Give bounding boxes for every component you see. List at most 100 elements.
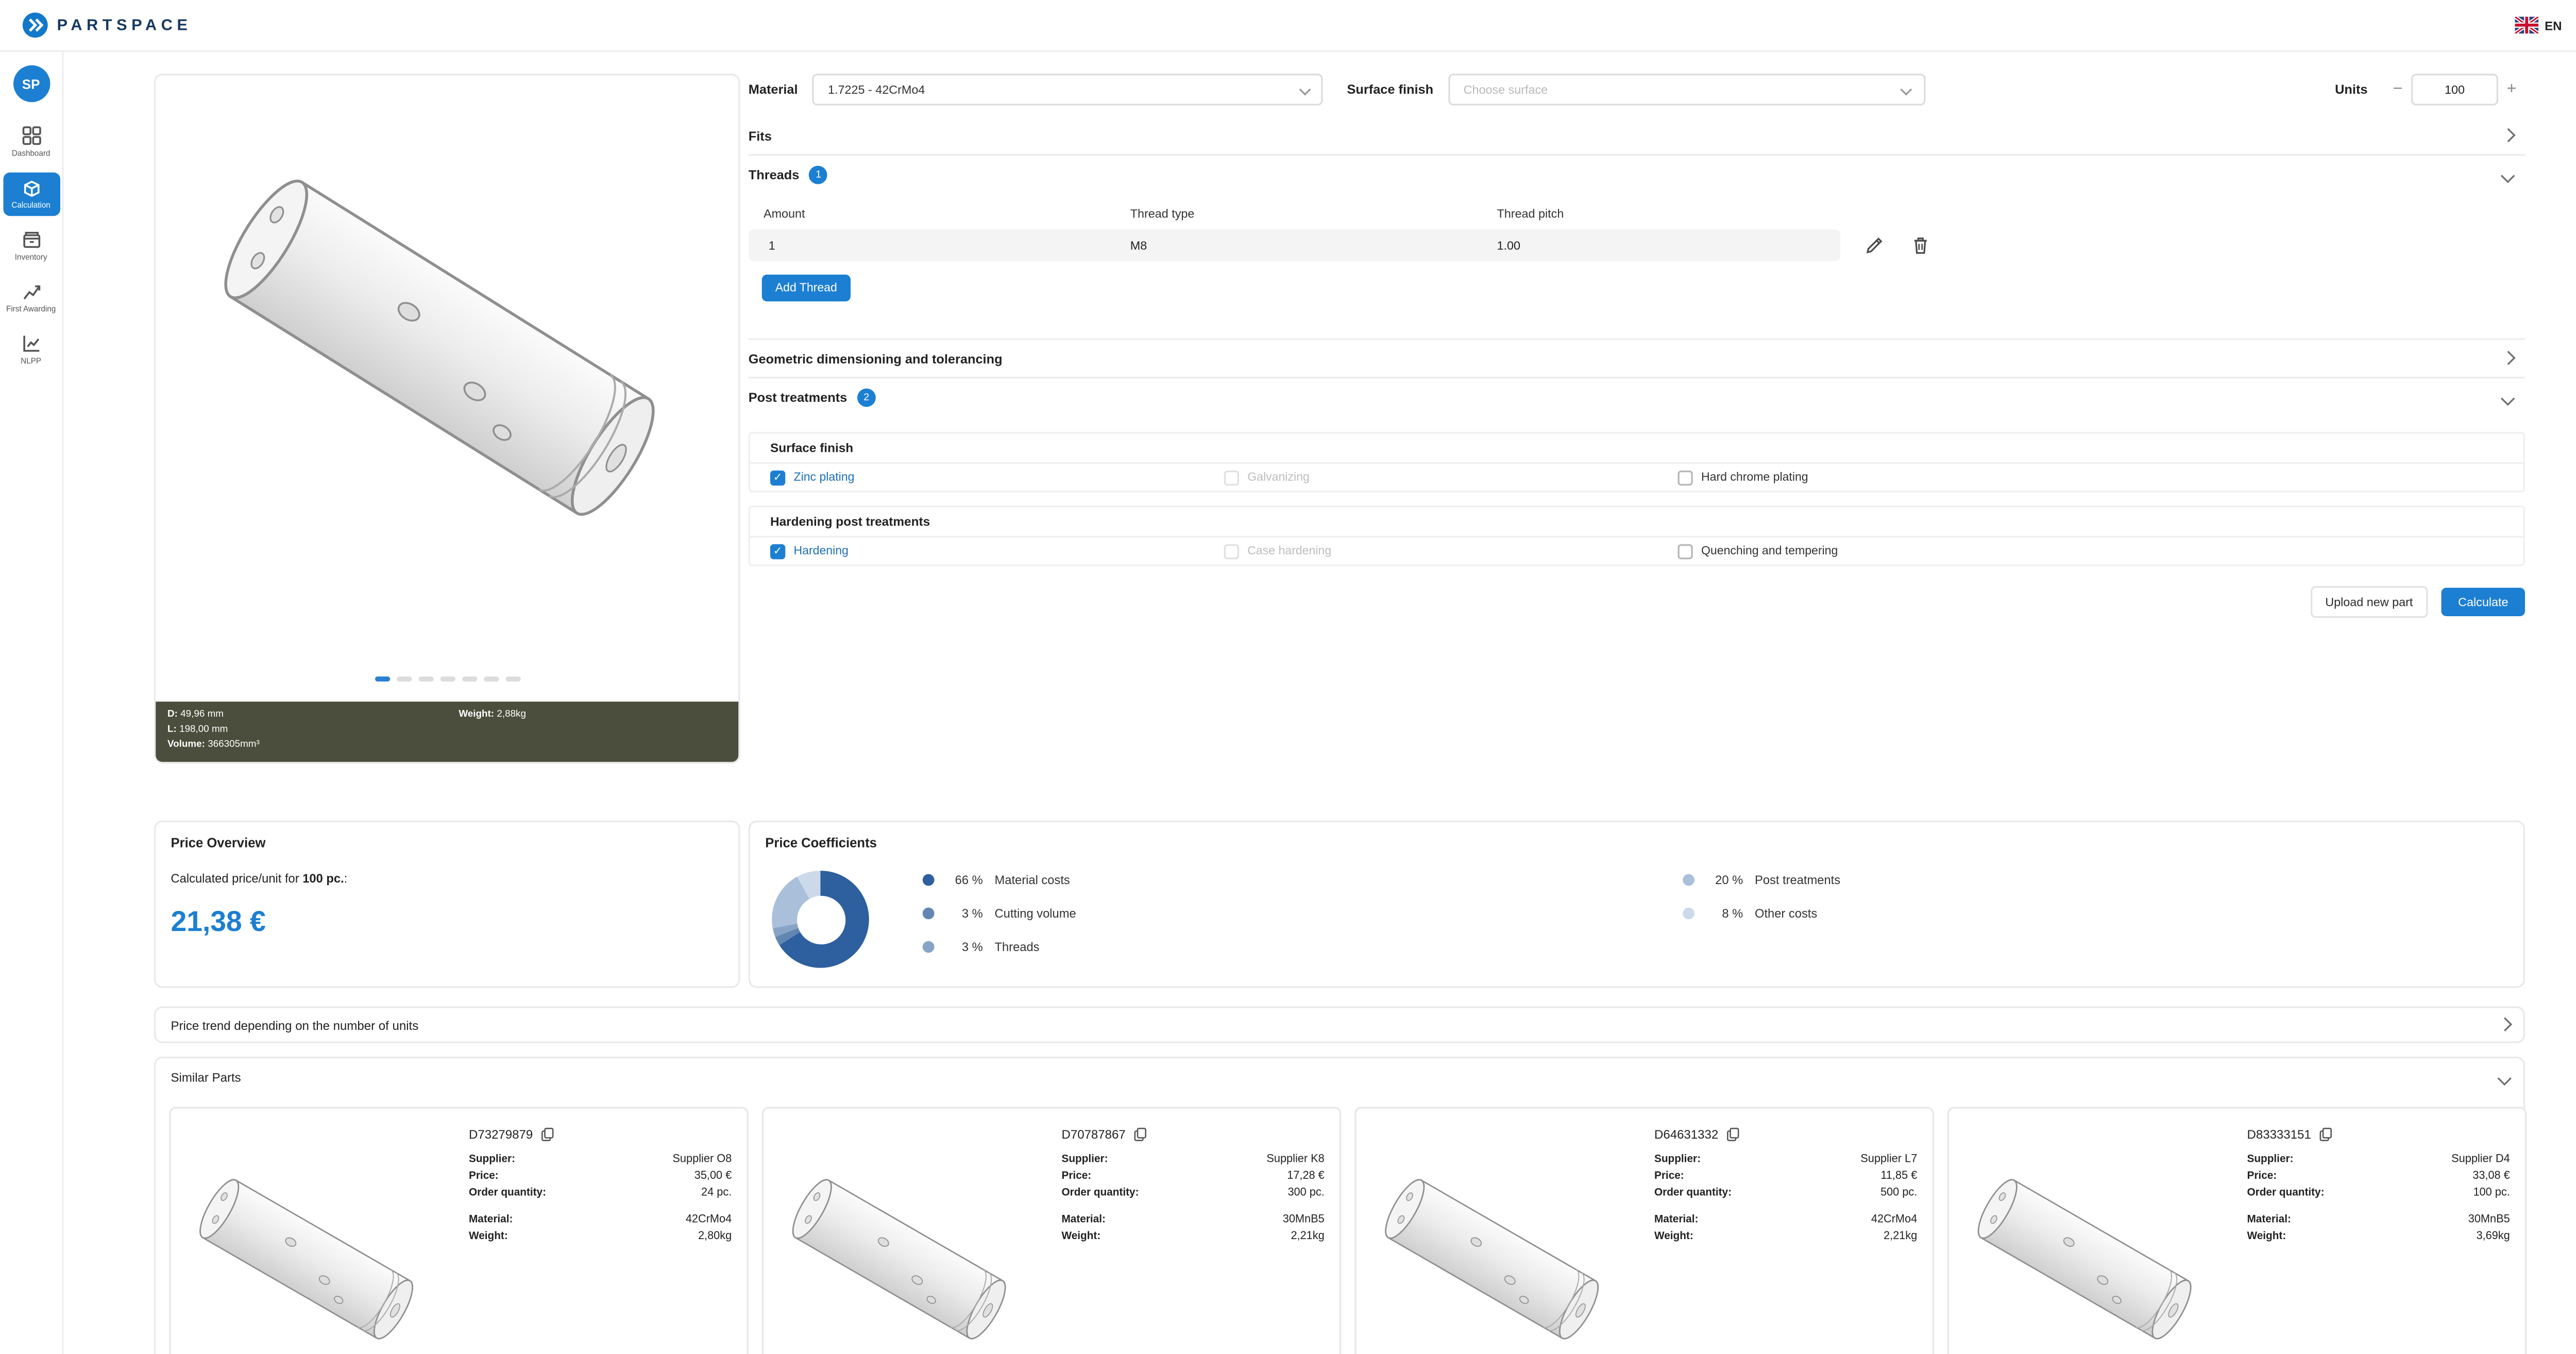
option-label: Case hardening — [1247, 544, 1331, 557]
delete-thread-button[interactable] — [1912, 236, 1929, 255]
sidebar-item-inventory[interactable]: Inventory — [3, 225, 60, 268]
carousel-dot[interactable] — [418, 677, 433, 681]
add-thread-button[interactable]: Add Thread — [762, 275, 851, 301]
legend-label: Other costs — [1755, 906, 1817, 921]
sidebar-item-first-awarding[interactable]: First Awarding — [3, 276, 60, 320]
panel-actions: Upload new part Calculate — [749, 586, 2525, 618]
sidebar-item-nlpp[interactable]: NLPP — [3, 328, 60, 372]
legend-label: Post treatments — [1755, 872, 1840, 887]
copy-icon[interactable] — [1727, 1127, 1740, 1142]
similar-parts-header[interactable]: Similar Parts — [156, 1058, 2523, 1097]
similar-part-card[interactable]: D70787867 Supplier:Supplier K8 Price:17,… — [762, 1107, 1342, 1354]
checkbox-case-hardening[interactable]: Case hardening — [1224, 544, 1678, 558]
brand-logo[interactable]: PARTSPACE — [22, 12, 192, 39]
legend-pct: 8 % — [1706, 906, 1743, 921]
part-thumbnail — [772, 1156, 1040, 1354]
sidebar-item-calculation[interactable]: Calculation — [3, 173, 60, 216]
part-details: Supplier:Supplier D4 Price:33,08 € Order… — [2247, 1154, 2510, 1247]
brand-mark-icon — [22, 12, 48, 39]
price-label: Price: — [2247, 1171, 2277, 1182]
units-label: Units — [2335, 82, 2367, 97]
carousel-dot[interactable] — [396, 677, 411, 681]
checkbox-galvanizing[interactable]: Galvanizing — [1224, 470, 1678, 485]
threads-section-header[interactable]: Threads 1 — [749, 156, 2525, 194]
supplier-value: Supplier D4 — [2451, 1154, 2510, 1165]
donut-hole — [796, 895, 844, 943]
checkbox-icon — [1224, 544, 1239, 558]
price-overview-subtitle: Calculated price/unit for 100 pc.: — [171, 871, 724, 886]
supplier-label: Supplier: — [2247, 1154, 2294, 1165]
checkbox-hard-chrome-plating[interactable]: Hard chrome plating — [1678, 470, 2503, 485]
surface-finish-select[interactable]: Choose surface — [1448, 74, 1925, 106]
sidebar-item-label: Inventory — [15, 253, 47, 261]
upload-new-part-button[interactable]: Upload new part — [2310, 586, 2428, 618]
similar-part-card[interactable]: D64631332 Supplier:Supplier L7 Price:11,… — [1354, 1107, 1934, 1354]
copy-icon[interactable] — [1134, 1127, 1147, 1142]
chevron-down-icon — [2500, 168, 2513, 181]
legend-dot — [923, 941, 935, 953]
material-select[interactable]: 1.7225 - 42CrMo4 — [813, 74, 1324, 106]
similar-parts-title: Similar Parts — [171, 1070, 241, 1085]
order-quantity-label: Order quantity: — [2247, 1187, 2325, 1199]
carousel-dot[interactable] — [461, 677, 476, 681]
surface-finish-label: Surface finish — [1347, 82, 1434, 97]
material-value: 30MnB5 — [1283, 1214, 1325, 1226]
carousel-dot[interactable] — [505, 677, 520, 681]
calculation-icon — [21, 178, 41, 198]
copy-icon[interactable] — [541, 1127, 555, 1142]
checkbox-hardening[interactable]: Hardening — [770, 544, 1224, 558]
brand-name: PARTSPACE — [57, 16, 192, 35]
sidebar-item-label: NLPP — [21, 357, 41, 365]
edit-thread-button[interactable] — [1866, 236, 1884, 255]
checkbox-icon — [770, 470, 785, 485]
sidebar-item-label: First Awarding — [6, 305, 56, 313]
legend-pct: 3 % — [946, 906, 983, 921]
post-treatments-section-header[interactable]: Post treatments 2 — [749, 379, 2525, 417]
inventory-icon — [21, 229, 41, 249]
nlpp-icon — [21, 333, 41, 353]
first-awarding-icon — [21, 281, 41, 301]
units-decrease-button[interactable]: − — [2384, 76, 2411, 103]
language-selector[interactable]: EN — [2515, 17, 2562, 34]
checkbox-icon — [1678, 544, 1693, 558]
legend-dot — [923, 908, 935, 920]
fits-section-header[interactable]: Fits — [749, 117, 2525, 156]
surface-finish-group: Surface finish Zinc plating Galvanizing … — [749, 432, 2525, 493]
option-label: Hard chrome plating — [1701, 470, 1808, 484]
similar-part-card[interactable]: D83333151 Supplier:Supplier D4 Price:33,… — [1947, 1107, 2527, 1354]
material-label: Material: — [1062, 1214, 1106, 1226]
order-quantity-label: Order quantity: — [1062, 1187, 1139, 1199]
part-details: Supplier:Supplier O8 Price:35,00 € Order… — [469, 1154, 732, 1247]
user-avatar[interactable]: SP — [12, 65, 49, 103]
carousel-dot[interactable] — [439, 677, 454, 681]
chevron-right-icon — [2497, 1018, 2510, 1031]
price-trend-row[interactable]: Price trend depending on the number of u… — [154, 1006, 2525, 1043]
material-value: 42CrMo4 — [686, 1214, 732, 1226]
hardening-group: Hardening post treatments Hardening Case… — [749, 506, 2525, 566]
part-details: Supplier:Supplier K8 Price:17,28 € Order… — [1062, 1154, 1325, 1247]
carousel-dot[interactable] — [483, 677, 498, 681]
carousel-dot[interactable] — [374, 677, 389, 681]
col-thread-type: Thread type — [1130, 205, 1497, 220]
part-dimensions-bar: D: 49,96 mm L: 198,00 mm Volume: 366305m… — [156, 702, 738, 762]
material-label: Material — [749, 82, 798, 97]
app-root: PARTSPACE EN SP — [0, 0, 2576, 1354]
part-preview-card: D: 49,96 mm L: 198,00 mm Volume: 366305m… — [154, 74, 740, 764]
post-treatments-content: Surface finish Zinc plating Galvanizing … — [749, 417, 2525, 586]
checkbox-quenching-tempering[interactable]: Quenching and tempering — [1678, 544, 2503, 558]
sidebar-item-dashboard[interactable]: Dashboard — [3, 121, 60, 164]
trash-icon — [1912, 236, 1929, 255]
part-thumbnail — [1365, 1156, 1633, 1354]
gdt-section-header[interactable]: Geometric dimensioning and tolerancing — [749, 340, 2525, 379]
checkbox-icon — [770, 544, 785, 558]
legend-label: Cutting volume — [995, 906, 1076, 921]
copy-icon[interactable] — [2319, 1127, 2333, 1142]
part-3d-viewer[interactable] — [162, 79, 735, 679]
units-input[interactable] — [2411, 74, 2498, 106]
checkbox-zinc-plating[interactable]: Zinc plating — [770, 470, 1224, 485]
units-increase-button[interactable]: + — [2498, 76, 2525, 103]
weight-label: Weight: — [2247, 1231, 2286, 1243]
similar-part-card[interactable]: D73279879 Supplier:Supplier O8 Price:35,… — [169, 1107, 749, 1354]
calculate-button[interactable]: Calculate — [2442, 588, 2525, 616]
threads-count-badge: 1 — [809, 166, 828, 184]
